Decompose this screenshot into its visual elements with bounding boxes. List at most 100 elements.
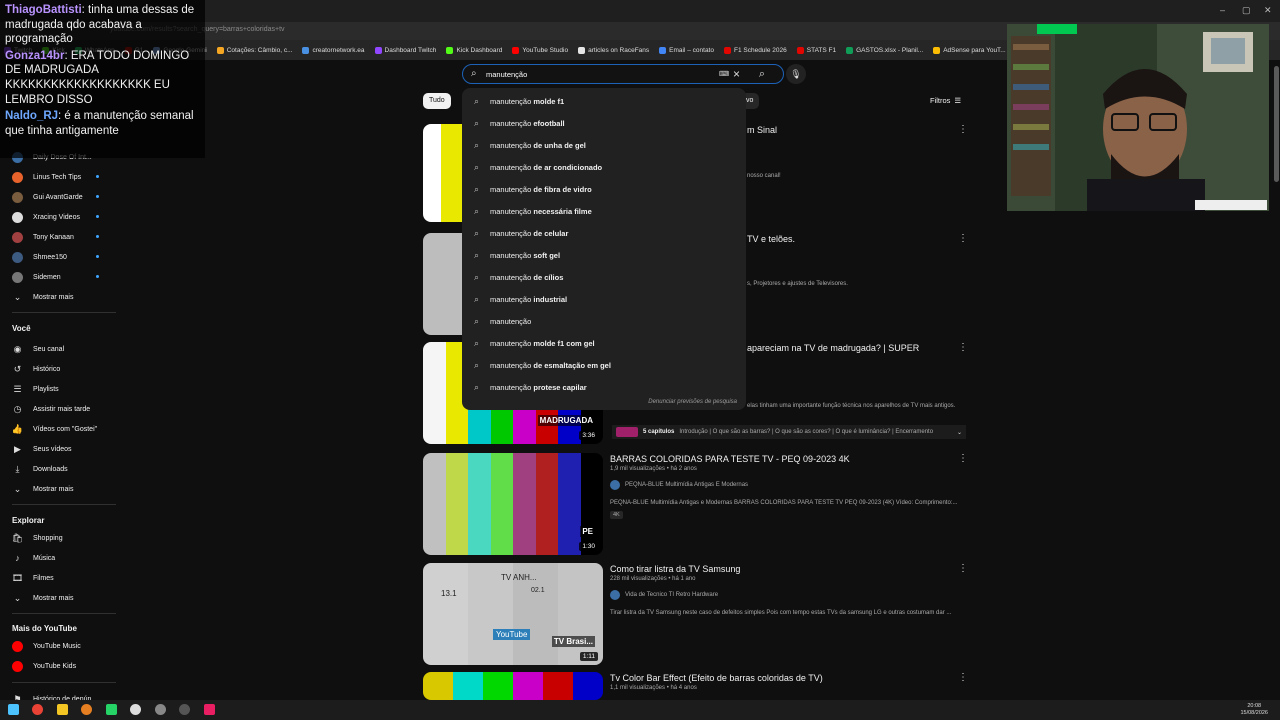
- sidebar-item[interactable]: ◷ Assistir mais tarde: [12, 402, 91, 416]
- more-actions-icon[interactable]: ⋮: [958, 342, 968, 353]
- bookmark-item[interactable]: Cotações: Câmbio, c...: [216, 46, 292, 54]
- suggestion-completion: de celular: [531, 228, 569, 238]
- more-actions-icon[interactable]: ⋮: [958, 563, 968, 574]
- close-window-icon[interactable]: ✕: [1264, 5, 1272, 16]
- sidebar-item[interactable]: ◉ Seu canal: [12, 342, 65, 356]
- sidebar-item[interactable]: ⌄ Mostrar mais: [12, 591, 74, 605]
- search-icon: ⌕: [474, 271, 480, 282]
- more-actions-icon[interactable]: ⋮: [958, 453, 968, 464]
- search-suggestion[interactable]: ⌕ manutenção efootball: [474, 116, 565, 130]
- bookmark-favicon-icon: [446, 46, 454, 54]
- sidebar-subscription[interactable]: Shmee150: [12, 250, 99, 264]
- sidebar-item[interactable]: YouTube Kids: [12, 659, 76, 673]
- video-title[interactable]: BARRAS COLORIDAS PARA TESTE TV - PEQ 09-…: [610, 454, 850, 464]
- filters-button[interactable]: Filtros ☰: [930, 96, 961, 105]
- video-thumbnail[interactable]: TV Brasi... TV ANH... 13.1 02.1 YouTube 1:11: [423, 563, 603, 665]
- video-title[interactable]: apareciam na TV de madrugada? | SUPER: [747, 343, 919, 353]
- folder-icon[interactable]: [57, 704, 68, 715]
- video-title[interactable]: Tv Color Bar Effect (Efeito de barras co…: [610, 673, 823, 683]
- start-icon[interactable]: [8, 704, 19, 715]
- video-channel[interactable]: Vida de Tecnico TI Retro Hardware: [610, 590, 718, 600]
- report-predictions-link[interactable]: Denunciar previsões de pesquisa: [648, 399, 737, 405]
- search-suggestion[interactable]: ⌕ manutenção: [474, 314, 531, 328]
- sidebar-item[interactable]: ↺ Histórico: [12, 362, 61, 376]
- sidebar-item[interactable]: 🎞 Filmes: [12, 571, 54, 585]
- video-thumbnail[interactable]: PE 1:30: [423, 453, 603, 555]
- bookmark-item[interactable]: Kick Dashboard: [446, 46, 502, 54]
- chrome-icon[interactable]: [32, 704, 43, 715]
- more-actions-icon[interactable]: ⋮: [958, 672, 968, 683]
- suggestion-prefix: manutenção: [490, 316, 532, 326]
- bookmark-item[interactable]: articles on RaceFans: [578, 46, 649, 54]
- obs-icon[interactable]: [130, 704, 141, 715]
- sidebar-item[interactable]: ▶ Seus vídeos: [12, 442, 72, 456]
- sidebar-subscription[interactable]: Linus Tech Tips: [12, 170, 99, 184]
- app-icon[interactable]: [81, 704, 92, 715]
- sidebar-subscription[interactable]: Sidemen: [12, 270, 99, 284]
- bookmark-label: AdSense para YouT...: [943, 46, 1006, 54]
- sidebar-subscription[interactable]: Tony Kanaan: [12, 230, 99, 244]
- search-suggestion[interactable]: ⌕ manutenção soft gel: [474, 248, 560, 262]
- sidebar-item[interactable]: ♪ Música: [12, 551, 55, 565]
- maximize-icon[interactable]: ▢: [1242, 5, 1251, 16]
- more-actions-icon[interactable]: ⋮: [958, 124, 968, 135]
- video-thumbnail[interactable]: [423, 672, 603, 700]
- keyboard-icon[interactable]: ⌨: [719, 70, 729, 78]
- clear-search-icon[interactable]: ×: [733, 67, 740, 81]
- search-suggestion[interactable]: ⌕ manutenção protese capilar: [474, 380, 587, 394]
- search-suggestion[interactable]: ⌕ manutenção de celular: [474, 226, 568, 240]
- search-suggestion[interactable]: ⌕ manutenção de fibra de vidro: [474, 182, 592, 196]
- bookmark-item[interactable]: STATS F1: [796, 46, 836, 54]
- video-chapters[interactable]: 5 capítulos Introdução | O que são as bar…: [612, 425, 966, 439]
- chevron-down-icon[interactable]: ⌄: [957, 429, 962, 436]
- sidebar-item[interactable]: ⤓ Downloads: [12, 462, 68, 476]
- sidebar-item[interactable]: 👍 Vídeos com "Gostei": [12, 422, 97, 436]
- sidebar-item[interactable]: YouTube Music: [12, 639, 81, 653]
- sidebar-divider: [12, 312, 116, 313]
- search-suggestion[interactable]: ⌕ manutenção molde f1: [474, 94, 564, 108]
- search-suggestion[interactable]: ⌕ manutenção industrial: [474, 292, 567, 306]
- search-box[interactable]: ⌕ manutenção ⌨ ×: [462, 64, 784, 84]
- search-suggestion[interactable]: ⌕ manutenção de esmaltação em gel: [474, 358, 611, 372]
- video-title[interactable]: Como tirar listra da TV Samsung: [610, 564, 740, 574]
- bookmark-item[interactable]: F1 Schedule 2026: [723, 46, 787, 54]
- bookmark-item[interactable]: GASTOS.xlsx - Planil...: [846, 46, 923, 54]
- video-title[interactable]: TV e telões.: [747, 234, 795, 244]
- bookmark-item[interactable]: creatornetwork.ea: [302, 46, 365, 54]
- app3-icon[interactable]: [204, 704, 215, 715]
- search-suggestion[interactable]: ⌕ manutenção de ar condicionado: [474, 160, 602, 174]
- chip-all[interactable]: Tudo: [423, 93, 451, 109]
- search-suggestion[interactable]: ⌕ manutenção de cílios: [474, 270, 563, 284]
- app2-icon[interactable]: [179, 704, 190, 715]
- sidebar-item[interactable]: ⌄ Mostrar mais: [12, 482, 74, 496]
- sidebar-subscription[interactable]: Xracing Videos: [12, 210, 99, 224]
- channel-avatar: [610, 590, 620, 600]
- more-actions-icon[interactable]: ⋮: [958, 233, 968, 244]
- sidebar-item[interactable]: 🛍 Shopping: [12, 531, 63, 545]
- thumbnail-bar: [423, 563, 468, 665]
- bookmark-item[interactable]: AdSense para YouT...: [933, 46, 1006, 54]
- settings-icon[interactable]: [155, 704, 166, 715]
- bookmark-item[interactable]: Dashboard Twitch: [374, 46, 436, 54]
- page-scrollbar-thumb[interactable]: [1274, 66, 1279, 182]
- sidebar-show-more[interactable]: ⌄ Mostrar mais: [12, 290, 74, 304]
- whatsapp-icon[interactable]: [106, 704, 117, 715]
- video-title[interactable]: m Sinal: [747, 125, 777, 135]
- sidebar-you-title[interactable]: Você: [12, 324, 31, 333]
- video-duration: 1:11: [579, 652, 598, 661]
- video-channel[interactable]: PEQNA-BLUE Multimídia Antigas E Modernas: [610, 480, 748, 490]
- search-suggestion[interactable]: ⌕ manutenção molde f1 com gel: [474, 336, 595, 350]
- voice-search-icon[interactable]: 🎙: [786, 64, 806, 84]
- search-suggestion[interactable]: ⌕ manutenção necessária filme: [474, 204, 592, 218]
- channel-avatar: [12, 271, 23, 283]
- search-button[interactable]: ⌕: [750, 64, 774, 84]
- bookmark-item[interactable]: YouTube Studio: [512, 46, 568, 54]
- sidebar-item-label: Playlists: [33, 385, 59, 393]
- sidebar-subscription[interactable]: Gui AvantGarde: [12, 190, 99, 204]
- search-suggestion[interactable]: ⌕ manutenção de unha de gel: [474, 138, 586, 152]
- sidebar-item[interactable]: ☰ Playlists: [12, 382, 59, 396]
- system-clock[interactable]: 20:08 15/08/2026: [1240, 703, 1268, 717]
- bookmark-item[interactable]: Email – contato: [659, 46, 714, 54]
- search-input[interactable]: manutenção: [486, 70, 527, 79]
- minimize-icon[interactable]: –: [1220, 5, 1225, 15]
